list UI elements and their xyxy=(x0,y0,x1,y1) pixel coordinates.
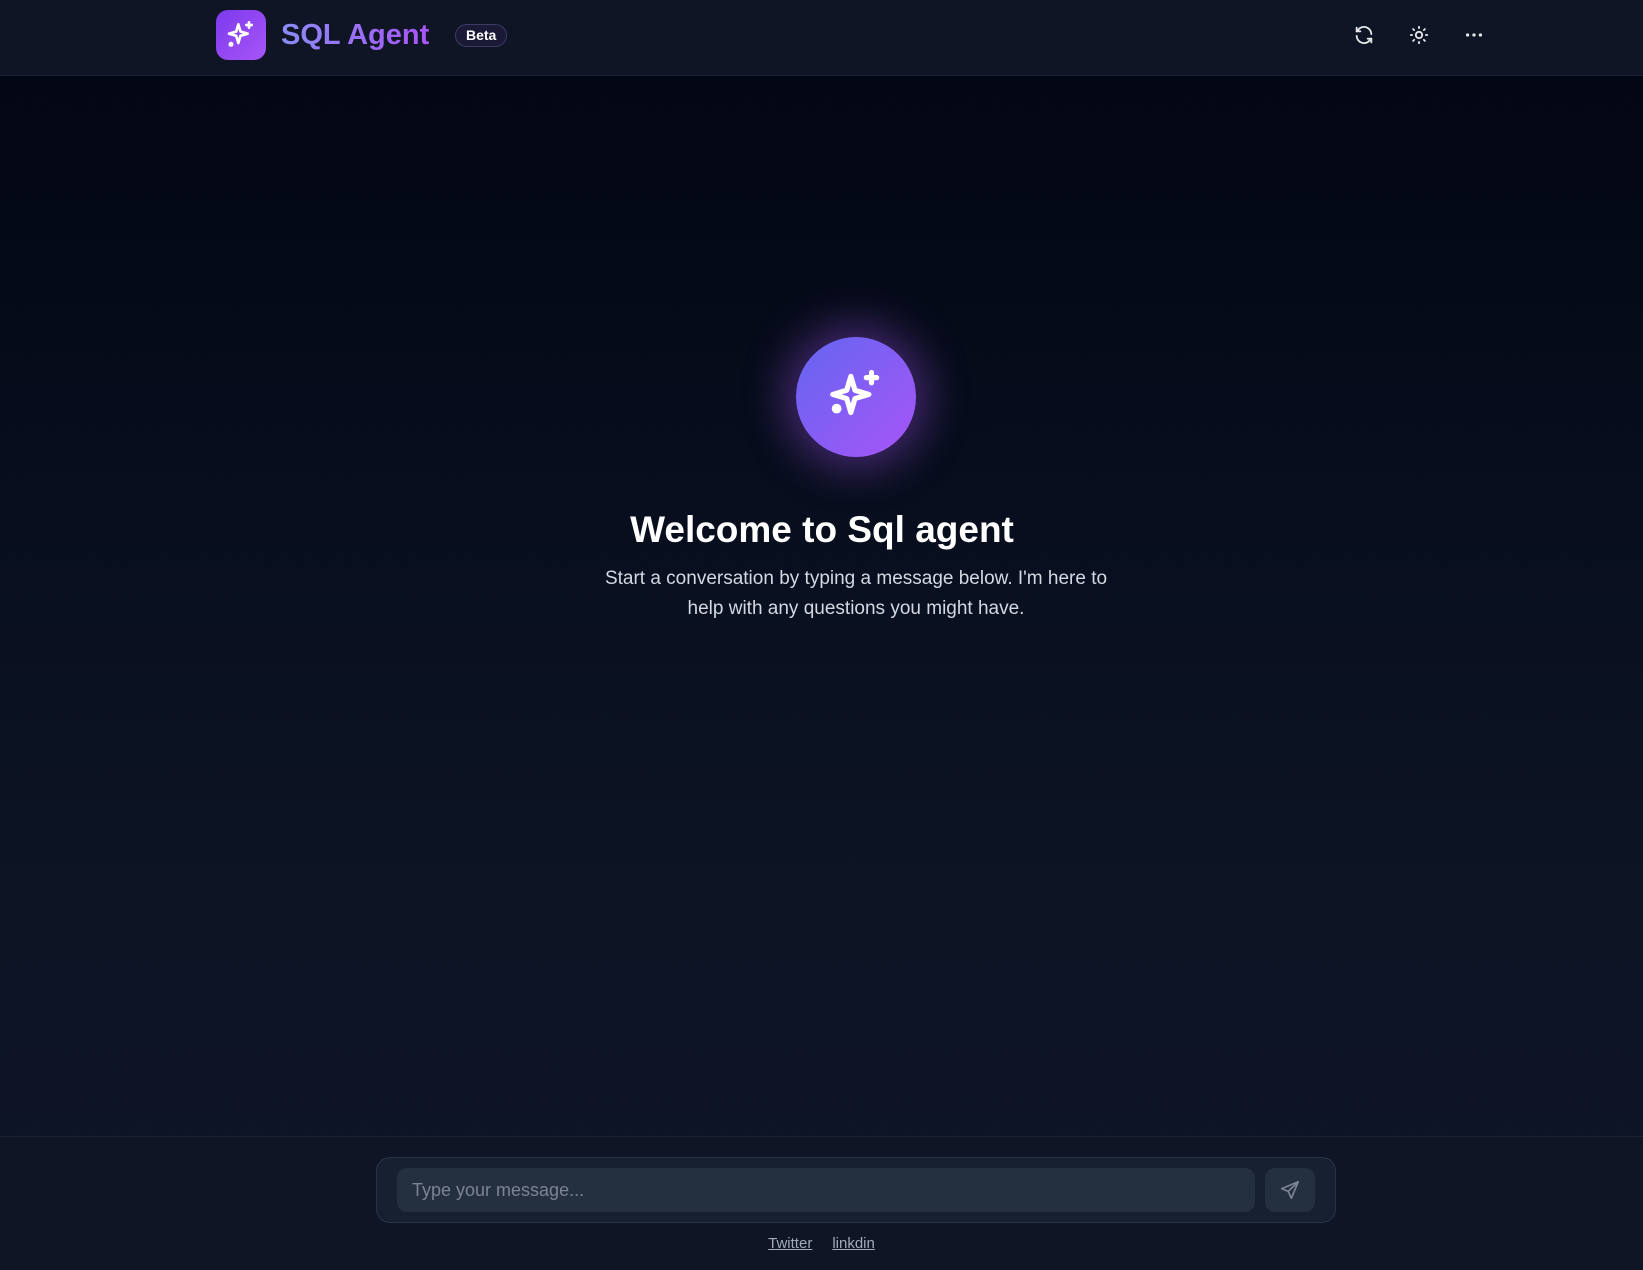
send-icon xyxy=(1280,1180,1300,1200)
twitter-link[interactable]: Twitter xyxy=(768,1235,812,1252)
logo xyxy=(216,10,266,60)
more-horizontal-icon xyxy=(1465,33,1483,37)
send-button[interactable] xyxy=(1265,1168,1315,1212)
linkedin-link[interactable]: linkdin xyxy=(832,1235,875,1252)
app-header: SQL Agent Beta xyxy=(0,0,1643,76)
message-input[interactable] xyxy=(397,1168,1255,1212)
sparkles-icon xyxy=(227,21,253,47)
footer-links: Twitter linkdin xyxy=(0,1235,1643,1252)
sun-icon xyxy=(1409,25,1429,45)
app-title: SQL Agent xyxy=(281,15,429,55)
refresh-icon xyxy=(1355,26,1373,44)
more-options-button[interactable] xyxy=(1456,17,1492,53)
hero-badge xyxy=(796,337,916,457)
beta-badge: Beta xyxy=(455,24,508,47)
theme-toggle-button[interactable] xyxy=(1401,17,1437,53)
sparkles-icon xyxy=(830,369,880,416)
welcome-subtitle: Start a conversation by typing a message… xyxy=(604,568,1108,619)
welcome-title: Welcome to Sql agent xyxy=(630,509,1014,550)
refresh-button[interactable] xyxy=(1346,17,1382,53)
